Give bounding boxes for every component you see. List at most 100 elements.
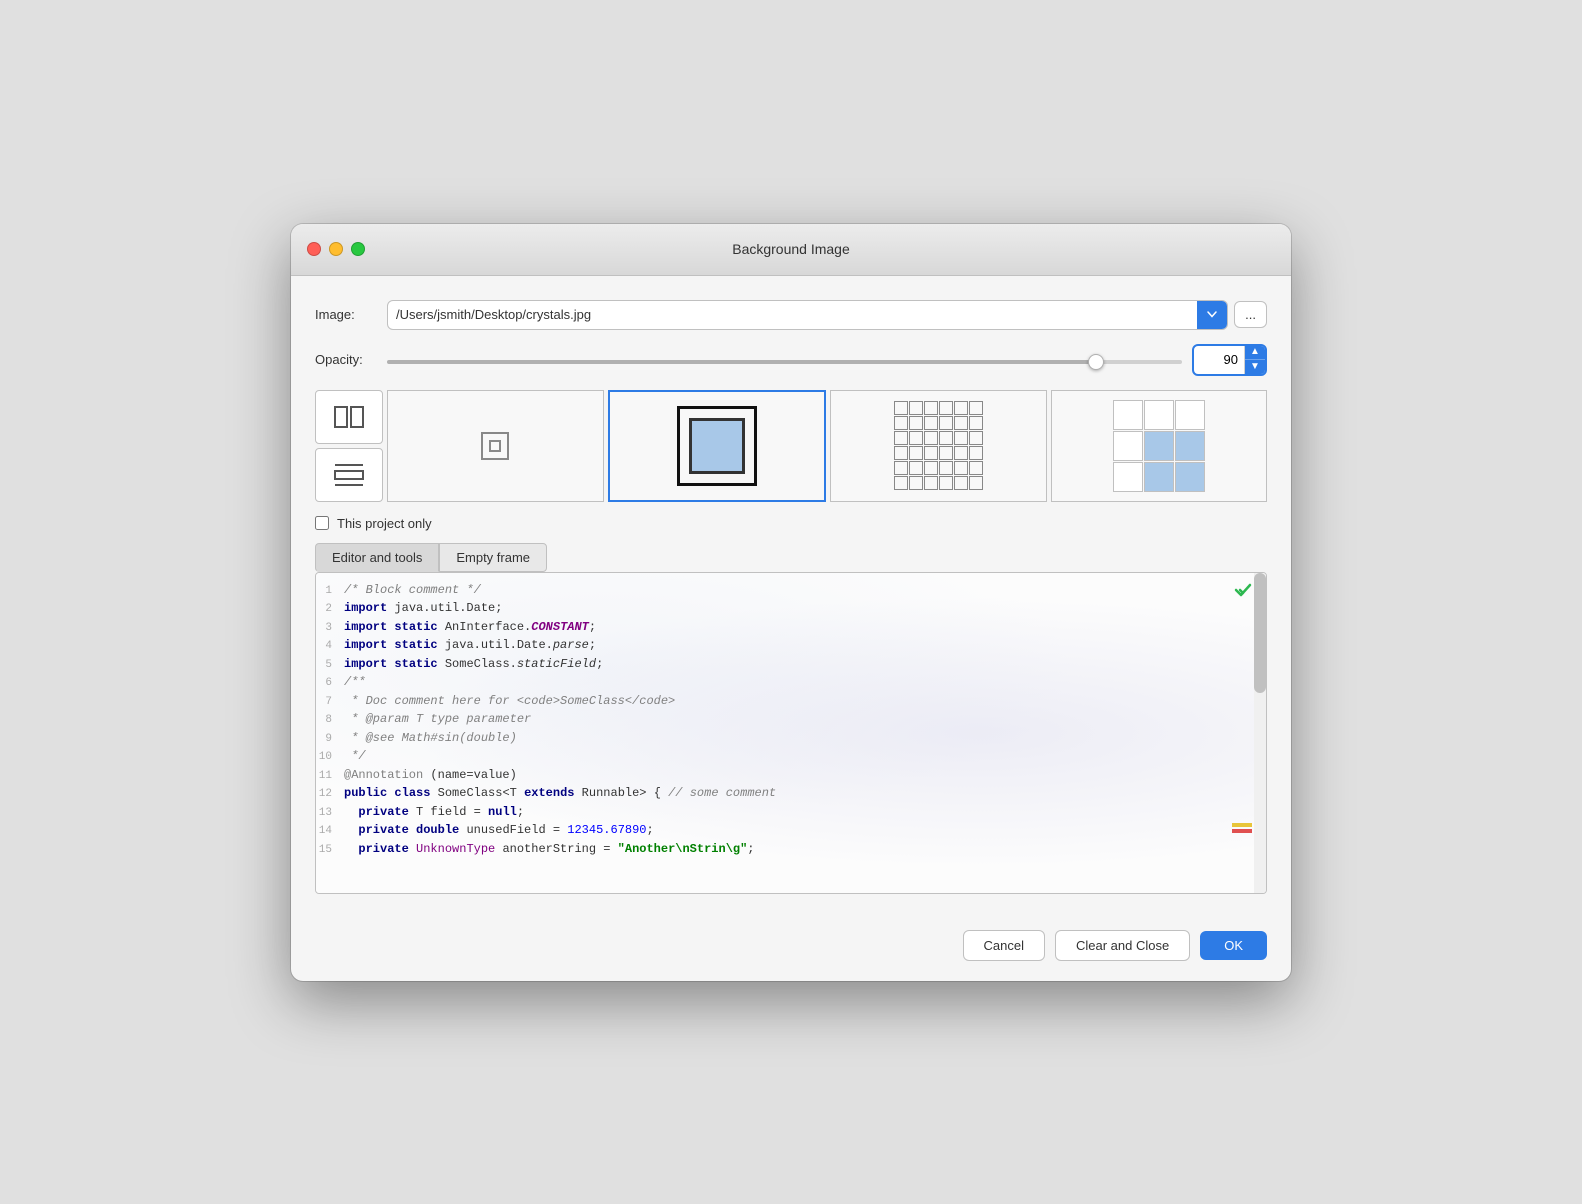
scrollbar-thumb[interactable] bbox=[1254, 573, 1266, 693]
opacity-input[interactable] bbox=[1194, 348, 1244, 371]
code-line: 10 */ bbox=[316, 747, 1258, 766]
tile-cell bbox=[909, 476, 923, 490]
grid-cell-blue bbox=[1175, 462, 1205, 492]
tile-cell bbox=[954, 401, 968, 415]
tab-empty-frame[interactable]: Empty frame bbox=[439, 543, 547, 572]
tile-cell bbox=[939, 461, 953, 475]
tile-cell bbox=[894, 476, 908, 490]
image-row: Image: ... bbox=[315, 300, 1267, 330]
tile-cell bbox=[939, 416, 953, 430]
bottom-bar: Cancel Clear and Close OK bbox=[291, 914, 1291, 981]
grid-cell bbox=[1113, 431, 1143, 461]
tile-cell bbox=[909, 431, 923, 445]
window-controls bbox=[307, 242, 365, 256]
opacity-slider-container bbox=[387, 351, 1182, 369]
image-input-group: ... bbox=[387, 300, 1267, 330]
tile-cell bbox=[939, 476, 953, 490]
tile-cell bbox=[924, 446, 938, 460]
opacity-increment-button[interactable]: ▲ bbox=[1245, 346, 1265, 360]
tile-cell bbox=[939, 446, 953, 460]
tile-cell bbox=[969, 446, 983, 460]
tile-cell bbox=[894, 401, 908, 415]
tile-cell bbox=[909, 416, 923, 430]
code-line: 1 /* Block comment */ bbox=[316, 581, 1258, 600]
center-icon-inner bbox=[489, 440, 501, 452]
side-indicators bbox=[1232, 823, 1252, 833]
image-path-container bbox=[387, 300, 1228, 330]
tile-cell bbox=[924, 401, 938, 415]
minimize-button[interactable] bbox=[329, 242, 343, 256]
code-editor[interactable]: 1 /* Block comment */ 2 import java.util… bbox=[316, 573, 1266, 893]
grid-cell bbox=[1113, 462, 1143, 492]
maximize-button[interactable] bbox=[351, 242, 365, 256]
image-dropdown-button[interactable] bbox=[1197, 301, 1227, 329]
frame2-inner bbox=[677, 406, 757, 486]
code-line: 12 public class SomeClass<T extends Runn… bbox=[316, 784, 1258, 803]
browse-button[interactable]: ... bbox=[1234, 301, 1267, 328]
code-line: 5 import static SomeClass.staticField; bbox=[316, 655, 1258, 674]
image-label: Image: bbox=[315, 307, 387, 322]
preview-frames bbox=[387, 390, 1267, 502]
warning-indicator bbox=[1232, 823, 1252, 827]
tile-cell bbox=[969, 476, 983, 490]
tab-editor-tools[interactable]: Editor and tools bbox=[315, 543, 439, 572]
tile-cell bbox=[894, 416, 908, 430]
checkmark-icon bbox=[1234, 581, 1252, 599]
tile-cell bbox=[969, 431, 983, 445]
project-only-checkbox[interactable] bbox=[315, 516, 329, 530]
opacity-input-group: ▲ ▼ bbox=[1192, 344, 1267, 376]
code-line: 13 private T field = null; bbox=[316, 803, 1258, 822]
grid-cell bbox=[1113, 400, 1143, 430]
clear-close-button[interactable]: Clear and Close bbox=[1055, 930, 1190, 961]
scrollbar-track[interactable] bbox=[1254, 573, 1266, 893]
code-lines: 1 /* Block comment */ 2 import java.util… bbox=[316, 581, 1258, 859]
code-container: 1 /* Block comment */ 2 import java.util… bbox=[315, 572, 1267, 894]
code-line: 4 import static java.util.Date.parse; bbox=[316, 636, 1258, 655]
grid3x3 bbox=[1113, 400, 1205, 492]
image-path-input[interactable] bbox=[388, 302, 1197, 327]
preview-section bbox=[315, 390, 1267, 502]
code-line: 7 * Doc comment here for <code>SomeClass… bbox=[316, 692, 1258, 711]
tile-cell bbox=[924, 431, 938, 445]
code-line: 14 private double unusedField = 12345.67… bbox=[316, 821, 1258, 840]
fit-layout-icon bbox=[333, 461, 365, 489]
line-indicator bbox=[1234, 581, 1252, 599]
grid-cell-blue bbox=[1144, 462, 1174, 492]
tile-cell bbox=[894, 461, 908, 475]
tabs-row: Editor and tools Empty frame bbox=[315, 543, 1267, 572]
tile-cell bbox=[924, 461, 938, 475]
layout-option-2[interactable] bbox=[315, 448, 383, 502]
preview-frame-center[interactable] bbox=[387, 390, 604, 502]
layout-option-1[interactable] bbox=[315, 390, 383, 444]
tile-cell bbox=[924, 476, 938, 490]
code-line: 3 import static AnInterface.CONSTANT; bbox=[316, 618, 1258, 637]
close-button[interactable] bbox=[307, 242, 321, 256]
grid-cell bbox=[1175, 400, 1205, 430]
opacity-decrement-button[interactable]: ▼ bbox=[1245, 360, 1265, 374]
code-line: 6 /** bbox=[316, 673, 1258, 692]
tile-cell bbox=[969, 416, 983, 430]
ok-button[interactable]: OK bbox=[1200, 931, 1267, 960]
window-title: Background Image bbox=[732, 241, 850, 257]
tiled-layout-icon bbox=[333, 403, 365, 431]
cancel-button[interactable]: Cancel bbox=[963, 930, 1045, 961]
preview-frame-fit[interactable] bbox=[608, 390, 827, 502]
titlebar: Background Image bbox=[291, 224, 1291, 276]
opacity-stepper: ▲ ▼ bbox=[1244, 346, 1265, 374]
code-line: 8 * @param T type parameter bbox=[316, 710, 1258, 729]
opacity-slider[interactable] bbox=[387, 360, 1182, 364]
chevron-down-icon bbox=[1207, 311, 1217, 318]
tile-cell bbox=[894, 446, 908, 460]
tile-cell bbox=[924, 416, 938, 430]
code-line: 9 * @see Math#sin(double) bbox=[316, 729, 1258, 748]
center-icon bbox=[481, 432, 509, 460]
code-line: 11 @Annotation (name=value) bbox=[316, 766, 1258, 785]
tile-cell bbox=[909, 401, 923, 415]
grid-cell bbox=[1144, 400, 1174, 430]
tile-cell bbox=[939, 431, 953, 445]
tile-cell bbox=[939, 401, 953, 415]
grid-cell-blue bbox=[1144, 431, 1174, 461]
preview-frame-tile[interactable] bbox=[830, 390, 1047, 502]
tile-cell bbox=[954, 476, 968, 490]
preview-frame-grid[interactable] bbox=[1051, 390, 1268, 502]
